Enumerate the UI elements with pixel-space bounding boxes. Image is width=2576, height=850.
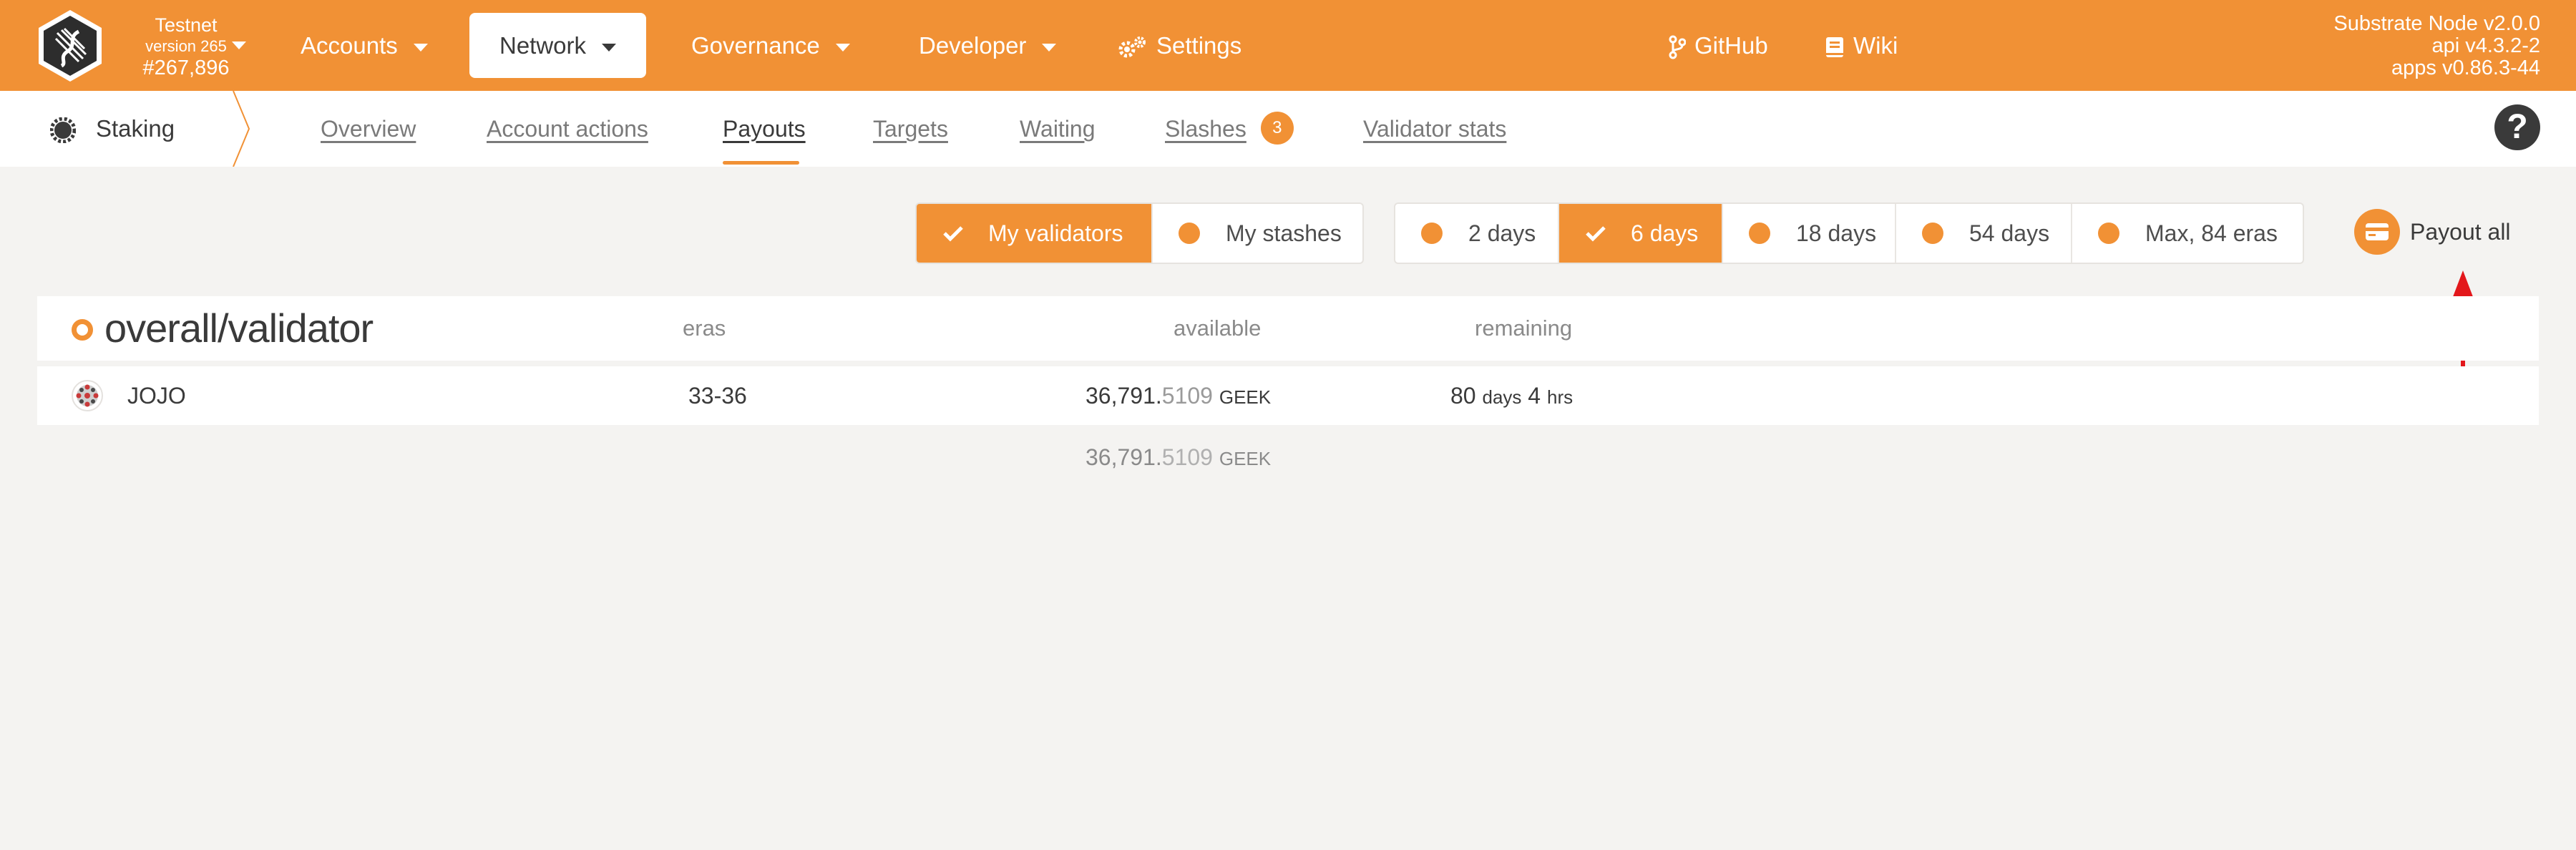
column-header-eras: eras bbox=[683, 316, 726, 341]
total-available: 36,791.5109 GEEK bbox=[1085, 428, 1271, 487]
caret-down-icon bbox=[413, 43, 428, 52]
tab-validator-stats[interactable]: Validator stats bbox=[1363, 91, 1506, 167]
remaining-days: 80 bbox=[1450, 383, 1476, 409]
top-bar: Testnet version 265 #267,896 Accounts Ne… bbox=[0, 0, 2576, 91]
chain-logo-icon[interactable] bbox=[36, 9, 104, 83]
remaining-hrs-label: hrs bbox=[1546, 386, 1574, 408]
my-stashes-label: My stashes bbox=[1226, 220, 1342, 246]
period-2-days-label: 2 days bbox=[1468, 220, 1536, 246]
node-version: Substrate Node v2.0.0 bbox=[2333, 12, 2540, 35]
table-header: overall/validator eras available remaini… bbox=[37, 296, 2539, 361]
credit-card-icon bbox=[2354, 209, 2400, 255]
table-row[interactable]: JOJO 33-36 36,791.5109 GEEK 80 days 4 hr… bbox=[37, 366, 2539, 425]
validator-identicon-icon bbox=[72, 380, 103, 411]
menu-accounts[interactable]: Accounts bbox=[301, 13, 428, 78]
active-tab-indicator bbox=[723, 161, 799, 165]
slashes-count-badge: 3 bbox=[1260, 111, 1294, 145]
table-title-text: overall/validator bbox=[104, 306, 374, 351]
tab-account-actions[interactable]: Account actions bbox=[487, 91, 648, 167]
help-icon[interactable]: ? bbox=[2494, 104, 2540, 150]
tab-slashes-label: Slashes bbox=[1165, 116, 1246, 142]
column-header-remaining: remaining bbox=[1475, 316, 1573, 341]
menu-network[interactable]: Network bbox=[469, 13, 647, 78]
period-6-days-label: 6 days bbox=[1631, 220, 1699, 246]
tab-slashes[interactable]: Slashes 3 bbox=[1165, 91, 1294, 167]
radio-dot-icon bbox=[1749, 223, 1770, 244]
apps-version: apps v0.86.3-44 bbox=[2391, 57, 2540, 79]
check-icon bbox=[1586, 226, 1606, 242]
circle-icon bbox=[72, 319, 93, 341]
validator-eras: 33-36 bbox=[688, 383, 747, 409]
validator-available: 36,791.5109 GEEK bbox=[1085, 366, 1271, 425]
available-dec: 5109 bbox=[1161, 383, 1213, 409]
total-dec: 5109 bbox=[1161, 444, 1213, 470]
period-2-days[interactable]: 2 days bbox=[1395, 204, 1559, 263]
payout-all-button[interactable]: Payout all bbox=[2354, 202, 2511, 261]
staking-subnav: Staking Overview Account actions Payouts… bbox=[0, 91, 2576, 167]
check-icon bbox=[943, 226, 963, 242]
my-validators-label: My validators bbox=[988, 220, 1123, 246]
validator-name[interactable]: JOJO bbox=[127, 366, 186, 425]
total-unit: GEEK bbox=[1219, 448, 1272, 469]
period-max-label: Max, 84 eras bbox=[2145, 220, 2278, 246]
my-validators-toggle[interactable]: My validators bbox=[917, 204, 1153, 263]
tab-overview[interactable]: Overview bbox=[321, 91, 416, 167]
period-54-days-label: 54 days bbox=[1969, 220, 2050, 246]
staking-gear-icon bbox=[50, 117, 76, 144]
code-branch-icon bbox=[1669, 35, 1686, 59]
my-stashes-toggle[interactable]: My stashes bbox=[1153, 204, 1362, 263]
period-18-days-label: 18 days bbox=[1796, 220, 1877, 246]
menu-wiki[interactable]: Wiki bbox=[1825, 13, 1898, 78]
menu-wiki-label: Wiki bbox=[1853, 32, 1898, 59]
validator-remaining: 80 days 4 hrs bbox=[1450, 366, 1573, 425]
caret-down-icon bbox=[835, 43, 850, 52]
chain-version: version 265 bbox=[145, 37, 227, 55]
tab-waiting[interactable]: Waiting bbox=[1020, 91, 1096, 167]
available-int: 36,791. bbox=[1085, 383, 1162, 409]
section-title: Staking bbox=[96, 115, 175, 142]
menu-network-label: Network bbox=[499, 32, 587, 59]
available-unit: GEEK bbox=[1219, 386, 1272, 408]
cogs-icon bbox=[1118, 36, 1146, 58]
tab-targets[interactable]: Targets bbox=[873, 91, 948, 167]
period-18-days[interactable]: 18 days bbox=[1723, 204, 1896, 263]
node-info: Substrate Node v2.0.0 api v4.3.2-2 apps … bbox=[2333, 13, 2540, 79]
menu-github-label: GitHub bbox=[1694, 32, 1768, 59]
period-54-days[interactable]: 54 days bbox=[1896, 204, 2072, 263]
period-max-eras[interactable]: Max, 84 eras bbox=[2072, 204, 2300, 263]
payout-all-label: Payout all bbox=[2410, 219, 2511, 245]
menu-accounts-label: Accounts bbox=[301, 32, 398, 59]
column-header-available: available bbox=[1174, 316, 1262, 341]
chain-selector[interactable]: Testnet version 265 #267,896 bbox=[122, 13, 250, 82]
menu-governance-label: Governance bbox=[691, 32, 820, 59]
period-6-days[interactable]: 6 days bbox=[1559, 204, 1723, 263]
total-int: 36,791. bbox=[1085, 444, 1162, 470]
remaining-hrs: 4 bbox=[1528, 383, 1541, 409]
menu-settings-label: Settings bbox=[1156, 32, 1242, 59]
ownership-toggle: My validators My stashes bbox=[915, 202, 1364, 264]
menu-governance[interactable]: Governance bbox=[691, 13, 850, 78]
menu-settings[interactable]: Settings bbox=[1118, 13, 1241, 78]
chain-block-number: #267,896 bbox=[142, 57, 230, 79]
chain-caret-down-icon[interactable] bbox=[232, 41, 246, 49]
caret-down-icon bbox=[1042, 43, 1057, 52]
menu-github[interactable]: GitHub bbox=[1669, 13, 1768, 78]
menu-developer[interactable]: Developer bbox=[919, 13, 1057, 78]
table-title: overall/validator bbox=[72, 296, 374, 361]
radio-dot-icon bbox=[2098, 223, 2119, 244]
chain-name: Testnet bbox=[155, 14, 218, 36]
api-version: api v4.3.2-2 bbox=[2431, 34, 2540, 57]
period-toggle: 2 days 6 days 18 days 54 days Max, 84 er… bbox=[1394, 202, 2304, 264]
radio-dot-icon bbox=[1922, 223, 1943, 244]
remaining-days-label: days bbox=[1482, 386, 1522, 408]
menu-developer-label: Developer bbox=[919, 32, 1027, 59]
tab-payouts[interactable]: Payouts bbox=[723, 91, 806, 167]
section-staking: Staking bbox=[50, 91, 175, 167]
radio-dot-icon bbox=[1179, 223, 1200, 244]
radio-dot-icon bbox=[1421, 223, 1443, 244]
book-icon bbox=[1826, 37, 1843, 58]
caret-down-icon bbox=[602, 43, 617, 52]
breadcrumb-chevron-icon bbox=[233, 91, 250, 167]
